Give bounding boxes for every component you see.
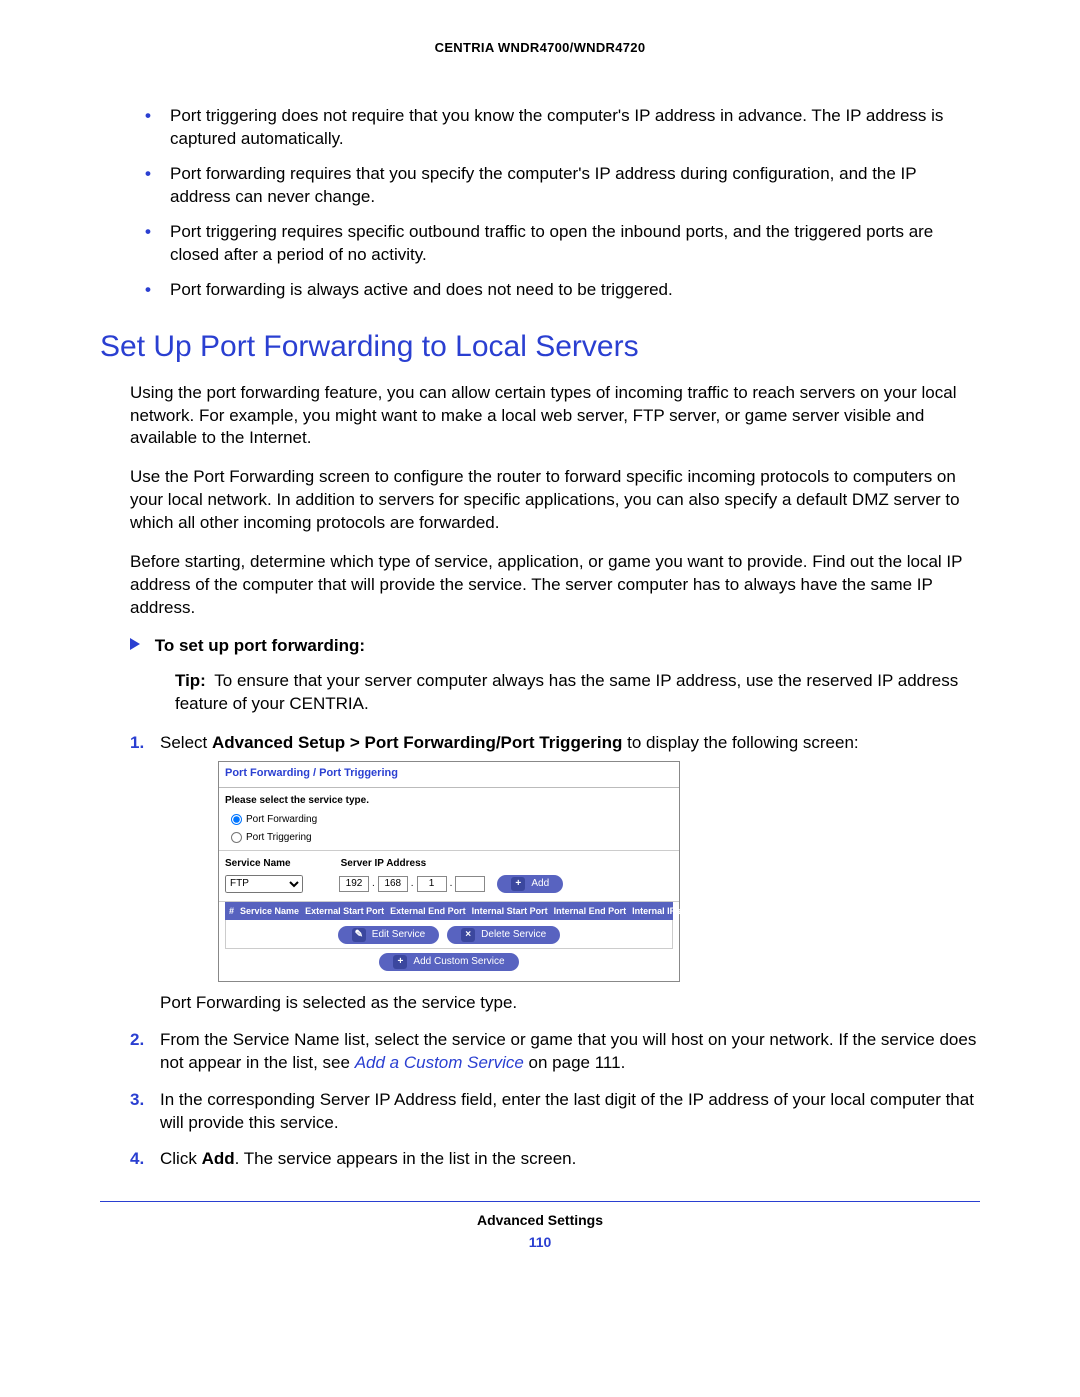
pencil-icon: ✎ — [352, 928, 366, 942]
step-text: on page 111. — [524, 1053, 625, 1072]
column-label-service: Service Name — [225, 857, 291, 871]
intro-bullets: Port triggering does not require that yo… — [140, 105, 980, 302]
step-text: . The service appears in the list in the… — [235, 1149, 577, 1168]
button-label: Delete Service — [481, 928, 546, 942]
router-screenshot: Port Forwarding / Port Triggering Please… — [218, 761, 680, 982]
ip-octet-1[interactable] — [339, 876, 369, 892]
step-4: 4. Click Add. The service appears in the… — [130, 1148, 980, 1171]
plus-icon: + — [511, 877, 525, 891]
radio-port-triggering[interactable] — [231, 832, 242, 843]
step-number: 1. — [130, 732, 144, 755]
panel-title: Port Forwarding / Port Triggering — [219, 762, 679, 788]
step-text: Click — [160, 1149, 202, 1168]
bullet-item: Port forwarding requires that you specif… — [140, 163, 980, 209]
th: Internal Start Port — [472, 905, 548, 917]
th: External End Port — [390, 905, 466, 917]
dot: . — [411, 877, 414, 891]
bullet-item: Port triggering does not require that yo… — [140, 105, 980, 151]
running-header: CENTRIA WNDR4700/WNDR4720 — [100, 40, 980, 55]
step-text: In the corresponding Server IP Address f… — [160, 1090, 974, 1132]
th: External Start Port — [305, 905, 384, 917]
add-custom-service-button[interactable]: + Add Custom Service — [379, 953, 518, 971]
tip-block: Tip: To ensure that your server computer… — [175, 670, 980, 716]
section-heading: Set Up Port Forwarding to Local Servers — [100, 330, 980, 364]
radio-label: Port Forwarding — [246, 813, 317, 827]
delete-service-button[interactable]: × Delete Service — [447, 926, 560, 944]
edit-service-button[interactable]: ✎ Edit Service — [338, 926, 439, 944]
footer-page-number: 110 — [100, 1234, 980, 1250]
step-text: Select — [160, 733, 212, 752]
step-number: 4. — [130, 1148, 144, 1171]
step-after-text: Port Forwarding is selected as the servi… — [160, 992, 980, 1015]
body-paragraph: Use the Port Forwarding screen to config… — [130, 466, 980, 535]
x-icon: × — [461, 928, 475, 942]
plus-icon: + — [393, 955, 407, 969]
dot: . — [372, 877, 375, 891]
select-type-label: Please select the service type. — [219, 788, 679, 812]
footer-rule — [100, 1201, 980, 1202]
button-label: Edit Service — [372, 928, 425, 942]
procedure-title: To set up port forwarding: — [155, 636, 365, 655]
column-label-ip: Server IP Address — [341, 857, 427, 871]
ip-octet-2[interactable] — [378, 876, 408, 892]
table-header-row: # Service Name External Start Port Exter… — [225, 902, 673, 920]
button-label: Add Custom Service — [413, 955, 504, 969]
step-number: 3. — [130, 1089, 144, 1112]
ui-path: Advanced Setup > Port Forwarding/Port Tr… — [212, 733, 622, 752]
step-text: to display the following screen: — [622, 733, 858, 752]
step-number: 2. — [130, 1029, 144, 1052]
th: Internal IP address — [632, 905, 712, 917]
button-label: Add — [531, 877, 549, 891]
body-paragraph: Using the port forwarding feature, you c… — [130, 382, 980, 451]
th: Internal End Port — [554, 905, 627, 917]
ui-element: Add — [202, 1149, 235, 1168]
th: # — [229, 905, 234, 917]
procedure-heading: To set up port forwarding: — [130, 636, 980, 656]
body-paragraph: Before starting, determine which type of… — [130, 551, 980, 620]
ip-octet-3[interactable] — [417, 876, 447, 892]
step-1: 1. Select Advanced Setup > Port Forwardi… — [130, 732, 980, 1015]
step-3: 3. In the corresponding Server IP Addres… — [130, 1089, 980, 1135]
service-name-select[interactable]: FTP — [225, 875, 303, 893]
tip-text: To ensure that your server computer alwa… — [175, 671, 958, 713]
bullet-item: Port triggering requires specific outbou… — [140, 221, 980, 267]
add-button[interactable]: + Add — [497, 875, 563, 893]
radio-label: Port Triggering — [246, 831, 312, 845]
tip-label: Tip: — [175, 671, 206, 690]
radio-port-forwarding[interactable] — [231, 814, 242, 825]
step-2: 2. From the Service Name list, select th… — [130, 1029, 980, 1075]
dot: . — [450, 877, 453, 891]
bullet-item: Port forwarding is always active and doe… — [140, 279, 980, 302]
xref-link[interactable]: Add a Custom Service — [355, 1053, 524, 1072]
chevron-right-icon — [130, 638, 140, 650]
footer-section-title: Advanced Settings — [100, 1212, 980, 1228]
ip-octet-4[interactable] — [455, 876, 485, 892]
th: Service Name — [240, 905, 299, 917]
